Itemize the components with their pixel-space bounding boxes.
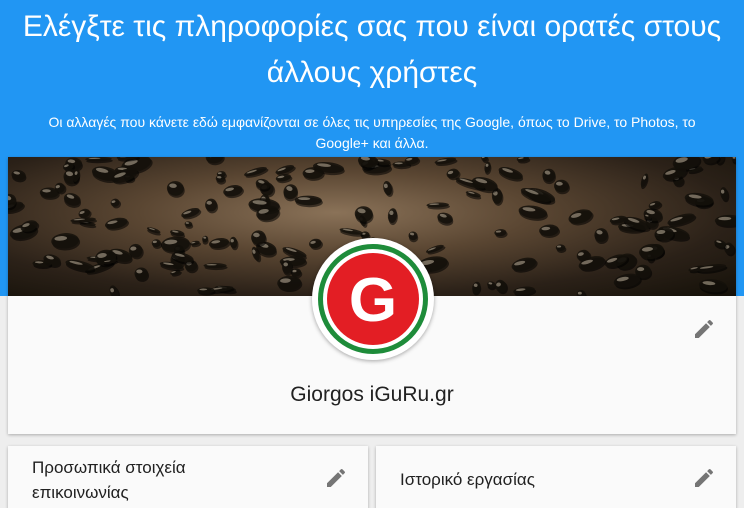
contact-info-title: Προσωπικά στοιχεία επικοινωνίας — [32, 458, 186, 502]
edit-contact-pencil-icon[interactable] — [324, 466, 348, 490]
page-subtitle: Οι αλλαγές που κάνετε εδώ εμφανίζονται σ… — [48, 114, 696, 151]
edit-work-pencil-icon[interactable] — [692, 466, 716, 490]
profile-name: Giorgos iGuRu.gr — [290, 383, 454, 406]
avatar-letter: G — [349, 266, 397, 335]
edit-profile-pencil-icon[interactable] — [692, 317, 716, 341]
profile-card: G Giorgos iGuRu.gr — [8, 157, 736, 434]
contact-info-card[interactable]: Προσωπικά στοιχεία επικοινωνίας — [8, 446, 368, 508]
about-me-page: Ελέγξτε τις πληροφορίες σας που είναι ορ… — [0, 0, 744, 508]
profile-avatar[interactable]: G — [312, 238, 434, 360]
work-history-title: Ιστορικό εργασίας — [400, 470, 535, 489]
page-title: Ελέγξτε τις πληροφορίες σας που είναι ορ… — [22, 10, 722, 89]
work-history-card[interactable]: Ιστορικό εργασίας — [376, 446, 736, 508]
